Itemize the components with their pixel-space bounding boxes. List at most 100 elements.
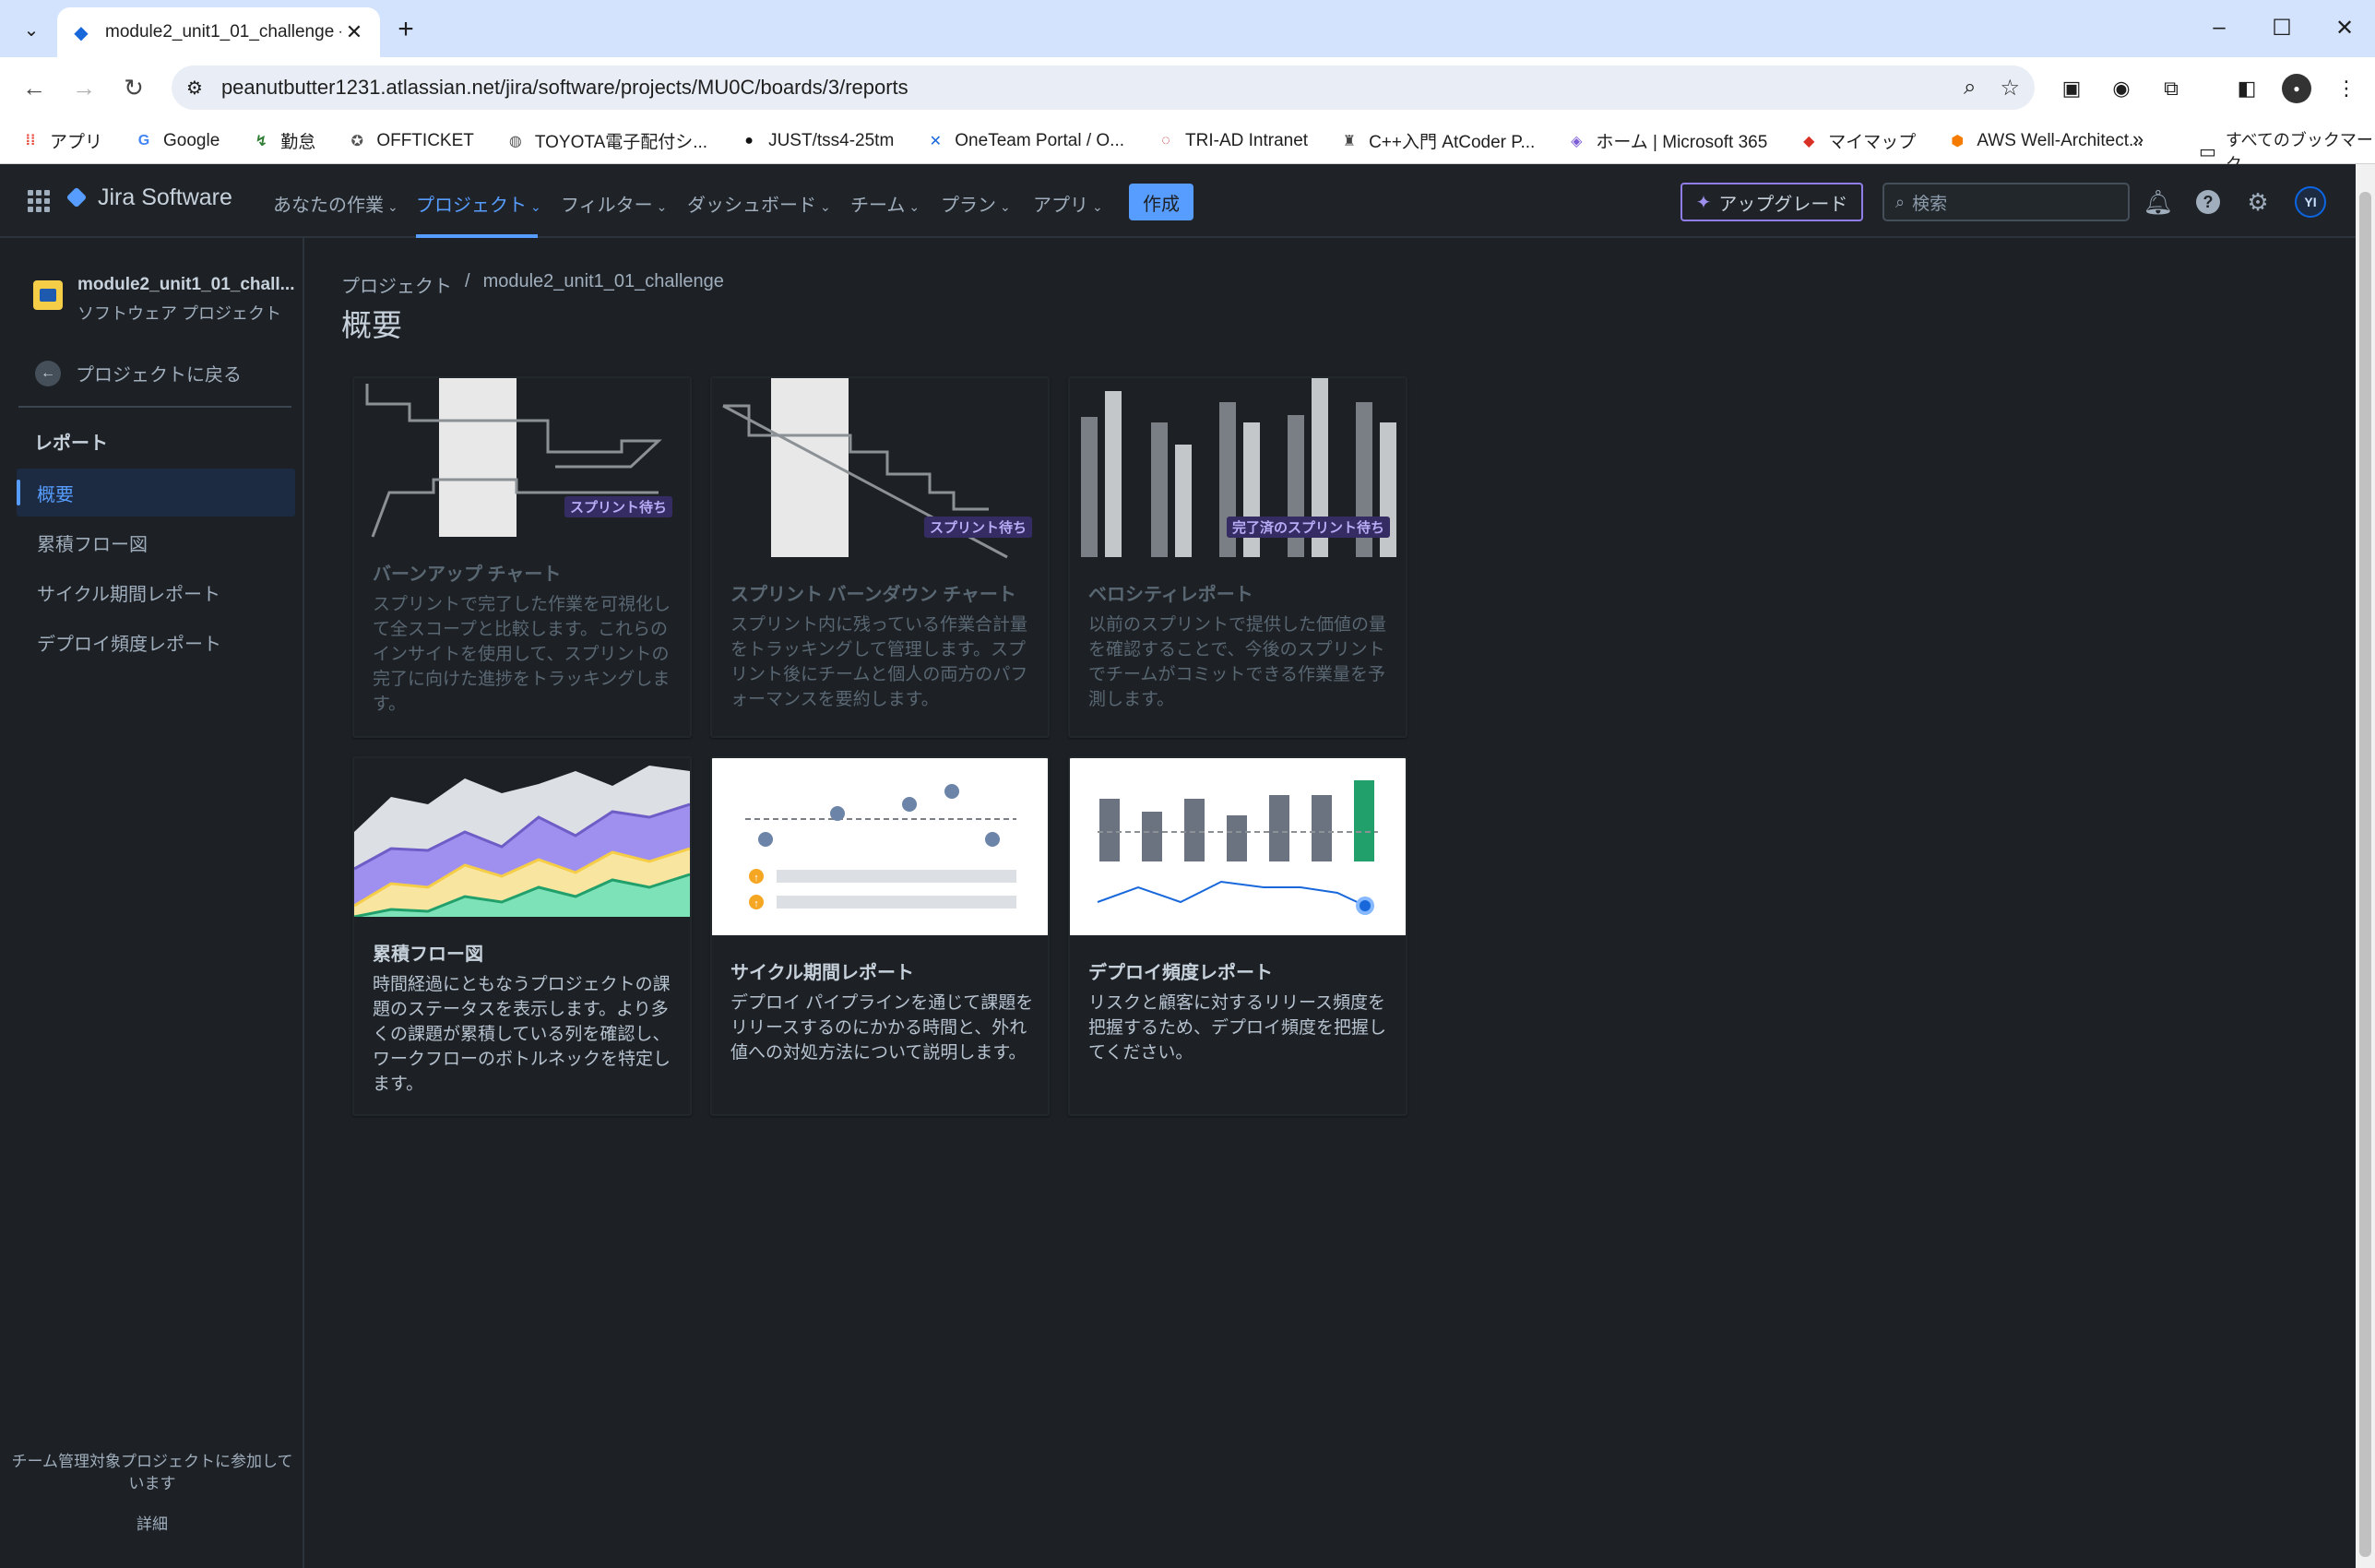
bookmark-tri-ad[interactable]: ◌ TRI-AD Intranet <box>1156 131 1308 151</box>
menu-plans[interactable]: プラン ⌄ <box>941 190 1011 217</box>
bookmark-oneteam[interactable]: ✕ OneTeam Portal / O... <box>925 131 1124 151</box>
back-to-project-link[interactable]: ← プロジェクトに戻る <box>35 360 242 386</box>
tab-search-dropdown-icon[interactable]: ⌄ <box>13 13 50 46</box>
help-icon[interactable]: ? <box>2191 185 2225 219</box>
breadcrumb-project[interactable]: module2_unit1_01_challenge <box>483 271 724 298</box>
burnup-illustration <box>365 378 662 538</box>
card-title: バーンアップ チャート <box>373 564 562 585</box>
report-card-cumulative-flow[interactable]: 累積フロー図 時間経過にともなうプロジェクトの課題のステータスを表示します。より… <box>352 756 692 1116</box>
bookmark-offticket[interactable]: ✪ OFFTICKET <box>347 131 474 151</box>
bookmark-kintai[interactable]: ↯ 勤怠 <box>251 128 316 153</box>
minimize-window-icon[interactable]: – <box>2191 9 2247 46</box>
url-text[interactable]: peanutbutter1231.atlassian.net/jira/soft… <box>221 76 1940 100</box>
confluence-icon: ✕ <box>929 133 942 149</box>
card-description: 時間経過にともなうプロジェクトの課題のステータスを表示します。より多くの課題が累… <box>373 975 671 1094</box>
card-description: リスクと顧客に対するリリース頻度を把握するため、デプロイ頻度を把握してください。 <box>1088 993 1387 1063</box>
bookmark-star-icon[interactable]: ☆ <box>2000 75 2020 101</box>
bookmark-m365[interactable]: ◈ ホーム | Microsoft 365 <box>1566 128 1767 153</box>
menu-dashboards[interactable]: ダッシュボード ⌄ <box>687 190 831 217</box>
aws-icon: ⬢ <box>1951 133 1965 149</box>
close-tab-icon[interactable]: ✕ <box>341 20 367 44</box>
card-title: ベロシティレポート <box>1088 585 1253 605</box>
create-button[interactable]: 作成 <box>1129 184 1193 220</box>
browser-menu-icon[interactable]: ⋮ <box>2332 74 2361 103</box>
search-input[interactable]: ⌕ 検索 <box>1882 183 2130 221</box>
report-card-sprint-burndown[interactable]: スプリント待ち スプリント バーンダウン チャート スプリント内に残っている作業… <box>710 376 1050 738</box>
sidebar-item-overview[interactable]: 概要 <box>17 469 295 517</box>
bookmark-aws[interactable]: ⬢ AWS Well-Architect... <box>1947 131 2143 151</box>
bookmark-mymap[interactable]: ◆ マイマップ <box>1799 128 1916 153</box>
bookmark-atcoder[interactable]: ♜ C++入門 AtCoder P... <box>1339 128 1535 153</box>
back-arrow-icon[interactable]: ← <box>17 70 52 105</box>
address-bar[interactable]: ⚙ peanutbutter1231.atlassian.net/jira/so… <box>172 65 2035 110</box>
status-lozenge: 完了済のスプリント待ち <box>1227 517 1391 538</box>
jira-logo-icon <box>66 187 89 209</box>
new-tab-button[interactable]: + <box>387 13 424 46</box>
svg-text:↑: ↑ <box>754 898 759 909</box>
reload-icon[interactable]: ↻ <box>116 70 151 105</box>
menu-projects[interactable]: プロジェクト ⌄ <box>416 190 541 217</box>
sidebar-item-cycle-time[interactable]: サイクル期間レポート <box>17 568 295 616</box>
card-description: 以前のスプリントで提供した価値の量を確認することで、今後のスプリントでチームがコ… <box>1088 615 1387 709</box>
search-icon: ⌕ <box>1895 192 1906 211</box>
jira-top-nav: Jira Software あなたの作業 ⌄ プロジェクト ⌄ フィルター ⌄ ダッシ… <box>0 164 2356 238</box>
close-window-icon[interactable]: ✕ <box>2317 9 2372 46</box>
side-panel-icon[interactable]: ◧ <box>2232 74 2262 103</box>
card-title: デプロイ頻度レポート <box>1088 963 1273 983</box>
cumulative-flow-illustration <box>354 766 690 917</box>
chevron-down-icon: ⌄ <box>820 199 831 214</box>
github-icon: ● <box>744 132 754 148</box>
notifications-icon[interactable]: 🔔︎ <box>2142 185 2175 219</box>
kintai-icon: ↯ <box>255 133 267 149</box>
bookmark-github[interactable]: ● JUST/tss4-25tm <box>739 131 894 151</box>
status-lozenge: スプリント待ち <box>564 496 673 517</box>
app-switcher-icon[interactable] <box>28 190 50 212</box>
settings-gear-icon[interactable]: ⚙ <box>2241 185 2274 219</box>
browser-tab-active[interactable]: ◆ module2_unit1_01_challenge - ✕ <box>57 7 380 57</box>
menu-teams[interactable]: チーム ⌄ <box>850 190 920 217</box>
card-description: スプリントで完了した作業を可視化して全スコープと比較します。これらのインサイトを… <box>373 595 671 714</box>
page-scrollbar[interactable] <box>2356 164 2375 1568</box>
sidebar-divider <box>18 406 291 408</box>
bookmark-apps[interactable]: ⁞⁞ アプリ <box>20 128 102 153</box>
user-avatar[interactable]: YI <box>2295 186 2326 218</box>
more-bookmarks-icon[interactable]: » <box>2132 127 2143 151</box>
sparkle-icon: ✦ <box>1695 192 1712 213</box>
bookmark-google[interactable]: G Google <box>134 131 220 151</box>
chevron-down-icon: ⌄ <box>908 199 920 214</box>
menu-apps[interactable]: アプリ ⌄ <box>1033 190 1103 217</box>
page-title: 概要 <box>341 308 402 342</box>
team-managed-note: チーム管理対象プロジェクトに参加しています <box>11 1453 293 1492</box>
upgrade-button[interactable]: ✦ アップグレード <box>1680 183 1863 221</box>
report-card-deployment-frequency[interactable]: デプロイ頻度レポート リスクと顧客に対するリリース頻度を把握するため、デプロイ頻… <box>1068 756 1407 1116</box>
password-manager-icon[interactable]: ◉ <box>2107 74 2136 103</box>
report-card-burnup[interactable]: スプリント待ち バーンアップ チャート スプリントで完了した作業を可視化して全ス… <box>352 376 692 738</box>
learn-more-link[interactable]: 詳細 <box>11 1511 293 1534</box>
card-description: デプロイ パイプラインを通じて課題をリリースするのにかかる時間と、外れ値への対処… <box>730 993 1034 1063</box>
report-card-cycle-time[interactable]: ↑ ↑ サイクル期間レポート デプロイ パイプラインを通じて課題をリリースするの… <box>710 756 1050 1116</box>
deployment-frequency-illustration <box>1070 758 1406 935</box>
project-header[interactable]: module2_unit1_01_chall... ソフトウェア プロジェクト <box>33 275 294 325</box>
bookmark-toyota[interactable]: ◍ TOYOTA電子配付シ... <box>505 128 707 153</box>
chevron-down-icon: ⌄ <box>656 199 668 214</box>
zoom-icon[interactable]: ⌕ <box>1964 75 1976 101</box>
extension-icon[interactable]: ▣ <box>2057 74 2086 103</box>
forward-arrow-icon[interactable]: → <box>66 70 101 105</box>
breadcrumb: プロジェクト / module2_unit1_01_challenge <box>341 271 724 298</box>
site-info-icon[interactable]: ⚙ <box>186 77 203 100</box>
card-description: スプリント内に残っている作業合計量をトラッキングして管理します。スプリント後にチ… <box>730 615 1028 709</box>
maximize-window-icon[interactable]: ☐ <box>2254 9 2310 46</box>
menu-your-work[interactable]: あなたの作業 ⌄ <box>273 190 398 217</box>
sidebar-item-deployment-frequency[interactable]: デプロイ頻度レポート <box>17 618 295 666</box>
report-card-velocity[interactable]: 完了済のスプリント待ち ベロシティレポート 以前のスプリントで提供した価値の量を… <box>1068 376 1407 738</box>
sidebar-item-cumulative-flow[interactable]: 累積フロー図 <box>17 518 295 566</box>
jira-logo[interactable]: Jira Software <box>66 184 232 211</box>
profile-avatar-icon[interactable]: ● <box>2282 74 2311 103</box>
chevron-down-icon: ⌄ <box>1000 199 1011 214</box>
extensions-puzzle-icon[interactable]: ⧉ <box>2156 74 2186 103</box>
breadcrumb-projects[interactable]: プロジェクト <box>341 271 452 298</box>
menu-filters[interactable]: フィルター ⌄ <box>561 190 667 217</box>
project-avatar <box>33 280 63 310</box>
scrollbar-thumb[interactable] <box>2359 192 2371 1557</box>
arrow-left-circle-icon: ← <box>35 360 61 386</box>
